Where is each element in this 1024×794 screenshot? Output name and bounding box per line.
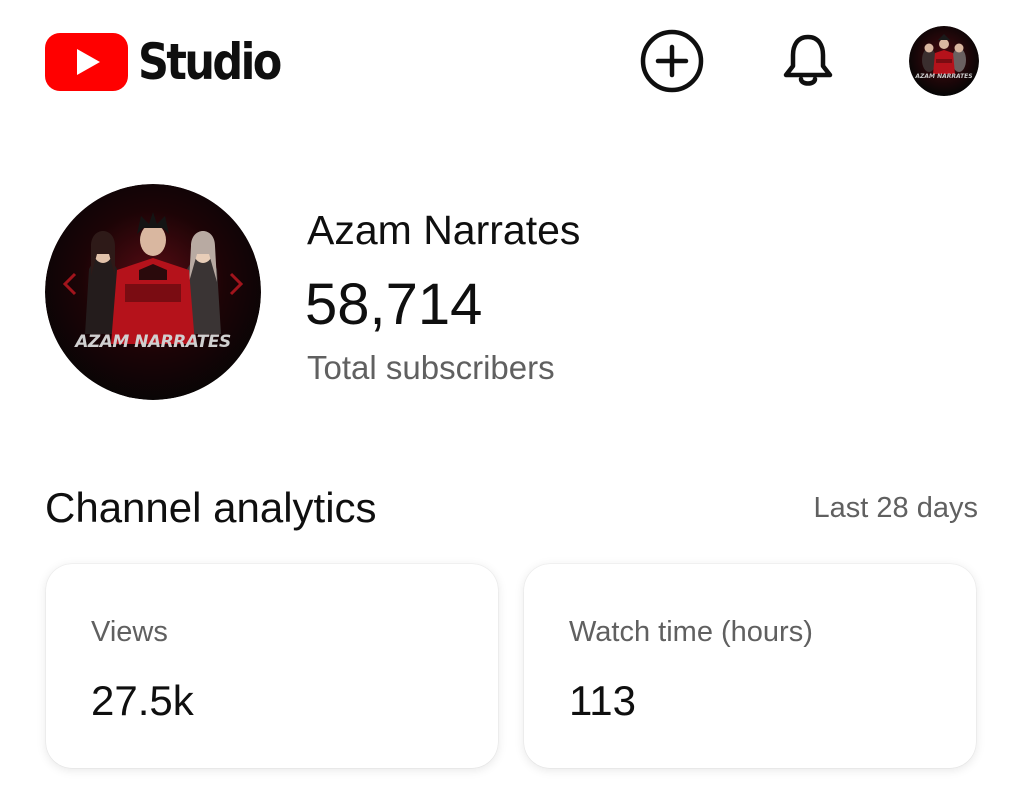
watch-time-label: Watch time (hours)	[569, 616, 813, 648]
add-circle-icon	[640, 29, 704, 93]
subscriber-count: 58,714	[305, 272, 483, 337]
channel-avatar-caption: AZAM NARRATES	[73, 332, 231, 352]
bell-icon	[783, 34, 833, 86]
account-avatar-caption: AZAM NARRATES	[914, 73, 972, 80]
channel-name: Azam Narrates	[307, 207, 581, 253]
logo-text: Studio	[138, 33, 282, 91]
notifications-button[interactable]	[775, 28, 841, 94]
channel-avatar-image-icon: AZAM NARRATES	[45, 184, 261, 400]
channel-analytics-title: Channel analytics	[45, 484, 377, 531]
watch-time-value: 113	[569, 677, 636, 724]
channel-avatar[interactable]: AZAM NARRATES	[45, 184, 261, 400]
youtube-studio-logo[interactable]: Studio	[45, 30, 303, 94]
views-value: 27.5k	[91, 677, 194, 724]
account-avatar[interactable]: AZAM NARRATES	[909, 26, 979, 96]
top-app-bar: Studio AZAM NARRATES	[0, 0, 1024, 120]
subscriber-label: Total subscribers	[307, 349, 555, 386]
create-button[interactable]	[639, 28, 705, 94]
watch-time-card[interactable]: Watch time (hours) 113	[524, 564, 976, 768]
analytics-period-label: Last 28 days	[813, 492, 978, 524]
views-card[interactable]: Views 27.5k	[46, 564, 498, 768]
youtube-play-logo-icon	[45, 33, 128, 91]
account-avatar-image-icon: AZAM NARRATES	[909, 26, 979, 96]
views-label: Views	[91, 616, 168, 648]
